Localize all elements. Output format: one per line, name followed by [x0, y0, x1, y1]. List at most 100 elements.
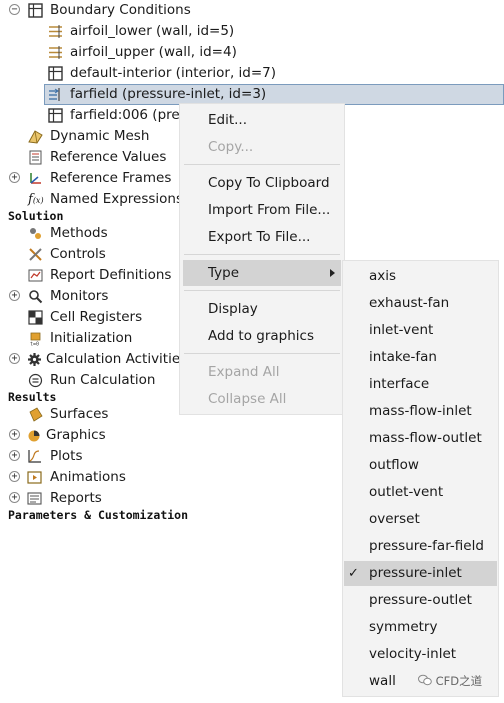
reference-values-icon: [29, 150, 42, 165]
tree-item-label: Controls: [50, 246, 106, 262]
tree-item-controls[interactable]: Controls: [0, 244, 180, 265]
menu-item-import-from-file[interactable]: Import From File...: [180, 197, 344, 223]
tree-item-label: Methods: [50, 225, 108, 241]
type-option-mass-flow-outlet[interactable]: mass-flow-outlet: [343, 426, 498, 451]
animations-icon: [27, 471, 42, 484]
menu-item-edit[interactable]: Edit...: [180, 107, 344, 133]
tree-item-label: Reference Values: [50, 149, 167, 165]
section-header-results[interactable]: Results: [8, 389, 56, 405]
type-option-pressure-inlet[interactable]: ✓ pressure-inlet: [344, 561, 497, 586]
tree-item-surfaces[interactable]: Surfaces: [0, 404, 180, 425]
tree-item-label: Reports: [50, 490, 102, 506]
type-option-intake-fan[interactable]: intake-fan: [343, 345, 498, 370]
tree-item-label: Cell Registers: [50, 309, 143, 325]
expand-icon[interactable]: +: [9, 450, 20, 461]
grid-icon: [48, 108, 63, 123]
type-option-exhaust-fan[interactable]: exhaust-fan: [343, 291, 498, 316]
menu-item-add-to-graphics[interactable]: Add to graphics: [180, 323, 344, 349]
tree-item-label: Calculation Activities: [46, 351, 188, 367]
tree-item-label: Plots: [50, 448, 83, 464]
tree-item-airfoil-upper[interactable]: airfoil_upper (wall, id=4): [0, 42, 340, 63]
tree-item-label: airfoil_upper (wall, id=4): [70, 44, 237, 60]
tree-item-label: Run Calculation: [50, 372, 156, 388]
type-option-interface[interactable]: interface: [343, 372, 498, 397]
menu-item-display[interactable]: Display: [180, 296, 344, 322]
tree-item-initialization[interactable]: t=0 Initialization: [0, 328, 180, 349]
run-calculation-icon: [28, 373, 43, 388]
section-header-parameters[interactable]: Parameters & Customization: [8, 507, 188, 523]
type-option-outlet-vent[interactable]: outlet-vent: [343, 480, 498, 505]
tree-item-reference-frames[interactable]: + Reference Frames: [0, 168, 180, 189]
tree-item-label: Monitors: [50, 288, 109, 304]
svg-text:t=0: t=0: [30, 342, 39, 347]
initialization-icon: t=0: [30, 332, 41, 347]
type-option-axis[interactable]: axis: [343, 264, 498, 289]
menu-item-type[interactable]: Type: [183, 260, 341, 286]
tree-item-label: default-interior (interior, id=7): [70, 65, 277, 81]
menu-separator: [184, 254, 340, 255]
menu-separator: [184, 164, 340, 165]
menu-item-copy-to-clipboard[interactable]: Copy To Clipboard: [180, 170, 344, 196]
axes-icon: [30, 173, 41, 184]
expand-icon[interactable]: +: [9, 429, 20, 440]
type-option-overset[interactable]: overset: [343, 507, 498, 532]
section-header-solution[interactable]: Solution: [8, 208, 63, 224]
tree-item-cell-registers[interactable]: Cell Registers: [0, 307, 180, 328]
collapse-icon[interactable]: −: [9, 4, 20, 15]
menu-item-export-to-file[interactable]: Export To File...: [180, 224, 344, 250]
tree-item-reference-values[interactable]: Reference Values: [0, 147, 180, 168]
type-option-outflow[interactable]: outflow: [343, 453, 498, 478]
interior-grid-icon: [48, 66, 63, 81]
type-option-velocity-inlet[interactable]: velocity-inlet: [343, 642, 498, 667]
dynamic-mesh-icon: [28, 130, 43, 144]
submenu-arrow-icon: [330, 269, 335, 277]
report-definitions-icon: [28, 269, 43, 282]
type-submenu: axis exhaust-fan inlet-vent intake-fan i…: [342, 260, 499, 697]
tree-item-methods[interactable]: Methods: [0, 223, 180, 244]
function-icon: f(x): [28, 192, 44, 207]
tree-item-label: Report Definitions: [50, 267, 172, 283]
expand-icon[interactable]: +: [9, 353, 20, 364]
menu-item-expand-all[interactable]: Expand All: [180, 359, 344, 385]
tree-item-graphics[interactable]: + Graphics: [0, 425, 180, 446]
tree-item-animations[interactable]: + Animations: [0, 467, 180, 488]
type-option-pressure-outlet[interactable]: pressure-outlet: [343, 588, 498, 613]
tree-item-default-interior[interactable]: default-interior (interior, id=7): [0, 63, 340, 84]
tree-item-boundary-conditions[interactable]: − Boundary Conditions: [0, 0, 340, 21]
tree-item-monitors[interactable]: + Monitors: [0, 286, 180, 307]
menu-item-label: Type: [208, 265, 240, 281]
expand-icon[interactable]: +: [9, 492, 20, 503]
tree-item-run-calculation[interactable]: Run Calculation: [0, 370, 180, 391]
tree-item-report-definitions[interactable]: Report Definitions: [0, 265, 180, 286]
expand-icon[interactable]: +: [9, 172, 20, 183]
tree-item-calculation-activities[interactable]: + Calculation Activities: [0, 349, 187, 370]
expand-icon[interactable]: +: [9, 290, 20, 301]
expand-icon[interactable]: +: [9, 471, 20, 482]
menu-separator: [184, 290, 340, 291]
type-option-mass-flow-inlet[interactable]: mass-flow-inlet: [343, 399, 498, 424]
tree-item-label: farfield (pressure-inlet, id=3): [70, 86, 267, 102]
reports-icon: [27, 492, 42, 505]
type-option-symmetry[interactable]: symmetry: [343, 615, 498, 640]
menu-item-copy[interactable]: Copy...: [180, 134, 344, 160]
pressure-inlet-icon: [49, 88, 60, 101]
gear-icon: [28, 353, 41, 366]
tree-item-farfield-006[interactable]: farfield:006 (press: [0, 105, 180, 126]
cell-registers-icon: [28, 310, 43, 325]
graphics-icon: [28, 430, 40, 442]
tree-item-farfield-selected[interactable]: farfield (pressure-inlet, id=3): [44, 84, 504, 105]
context-menu: Edit... Copy... Copy To Clipboard Import…: [179, 103, 345, 415]
menu-item-collapse-all[interactable]: Collapse All: [180, 386, 344, 412]
tree-item-airfoil-lower[interactable]: airfoil_lower (wall, id=5): [0, 21, 340, 42]
tree-item-dynamic-mesh[interactable]: Dynamic Mesh: [0, 126, 180, 147]
tree-item-reports[interactable]: + Reports: [0, 488, 180, 509]
magnifier-icon: [29, 290, 43, 304]
tree-item-label: farfield:006 (press: [70, 107, 180, 123]
tree-item-plots[interactable]: + Plots: [0, 446, 180, 467]
tree-item-named-expressions[interactable]: f(x) Named Expressions: [0, 189, 184, 210]
type-option-pressure-far-field[interactable]: pressure-far-field: [343, 534, 498, 559]
wall-boundary-icon: [49, 25, 62, 38]
type-option-inlet-vent[interactable]: inlet-vent: [343, 318, 498, 343]
controls-icon: [29, 248, 42, 261]
tree-item-label: Named Expressions: [50, 191, 184, 207]
